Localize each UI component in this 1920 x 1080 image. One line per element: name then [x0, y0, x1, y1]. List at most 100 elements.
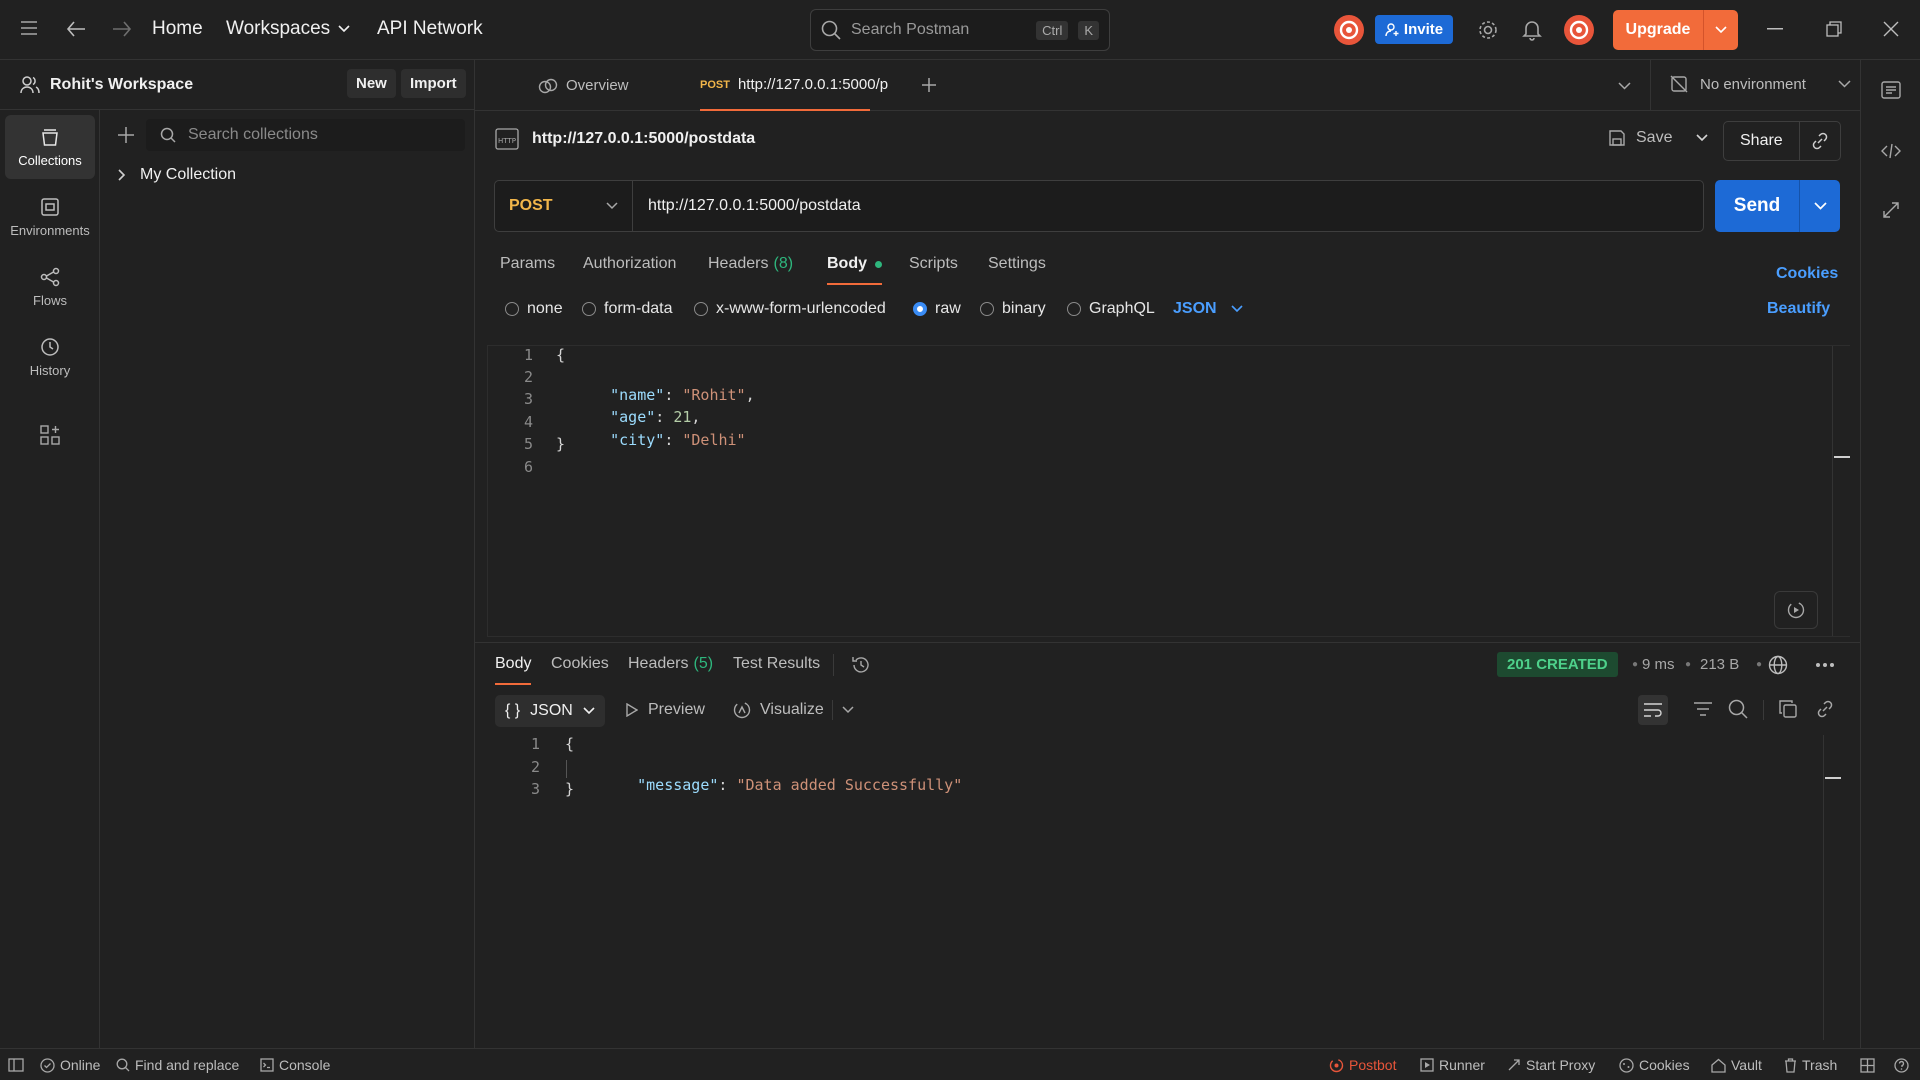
- new-tab-plus-icon[interactable]: [921, 77, 937, 93]
- related-arrows-icon[interactable]: [1882, 201, 1900, 219]
- radio-binary[interactable]: [980, 302, 994, 316]
- add-collection-icon[interactable]: [117, 126, 135, 144]
- body-type-form-data[interactable]: form-data: [582, 300, 672, 318]
- send-button[interactable]: Send: [1715, 195, 1799, 217]
- tab-scripts[interactable]: Scripts: [909, 255, 958, 273]
- save-button[interactable]: Save: [1608, 129, 1709, 147]
- settings-gear-icon[interactable]: [1477, 19, 1499, 41]
- link-icon[interactable]: [1816, 700, 1834, 718]
- menu-icon[interactable]: [20, 20, 38, 36]
- tab-overview[interactable]: Overview: [538, 60, 629, 111]
- cookies-link[interactable]: Cookies: [1776, 265, 1838, 283]
- trash-button[interactable]: Trash: [1784, 1049, 1837, 1080]
- minimize-icon[interactable]: [1767, 28, 1783, 30]
- online-status[interactable]: Online: [40, 1049, 100, 1080]
- tab-body[interactable]: Body: [827, 255, 882, 285]
- vault-button[interactable]: Vault: [1711, 1049, 1762, 1080]
- send-options-chevron-icon[interactable]: [1800, 202, 1840, 210]
- find-replace[interactable]: Find and replace: [116, 1049, 239, 1080]
- global-search[interactable]: Search Postman Ctrl K: [810, 9, 1110, 51]
- nav-api-network[interactable]: API Network: [377, 18, 483, 40]
- beautify-link[interactable]: Beautify: [1767, 300, 1830, 318]
- body-type-none[interactable]: none: [505, 300, 563, 318]
- response-time[interactable]: 9 ms: [1642, 656, 1675, 673]
- team-avatar[interactable]: [1334, 15, 1364, 45]
- documentation-icon[interactable]: [1881, 81, 1901, 99]
- tab-params[interactable]: Params: [500, 255, 555, 273]
- copy-icon[interactable]: [1779, 700, 1797, 718]
- filter-icon[interactable]: [1693, 701, 1713, 717]
- radio-urlencoded[interactable]: [694, 302, 708, 316]
- postbot-button[interactable]: Postbot: [1329, 1049, 1396, 1080]
- toggle-sidebar-icon[interactable]: [8, 1049, 24, 1080]
- start-proxy-button[interactable]: Start Proxy: [1507, 1049, 1595, 1080]
- share-button[interactable]: Share: [1724, 132, 1799, 150]
- method-select[interactable]: POST: [495, 181, 633, 231]
- chevron-down-icon[interactable]: [1704, 26, 1738, 34]
- layout-icon[interactable]: [1860, 1049, 1875, 1080]
- collection-item[interactable]: My Collection: [118, 166, 236, 184]
- upgrade-button[interactable]: Upgrade: [1613, 10, 1738, 50]
- code-icon[interactable]: [1881, 143, 1901, 159]
- restore-icon[interactable]: [1826, 21, 1842, 37]
- invite-button[interactable]: Invite: [1375, 15, 1453, 44]
- body-type-graphql[interactable]: GraphQL: [1067, 300, 1155, 318]
- configure-sidebar-icon[interactable]: [40, 425, 60, 445]
- url-input[interactable]: http://127.0.0.1:5000/postdata: [633, 197, 1703, 215]
- close-window-icon[interactable]: [1883, 21, 1899, 37]
- visualize-button[interactable]: Visualize: [732, 701, 824, 719]
- body-type-binary[interactable]: binary: [980, 300, 1046, 318]
- more-options-icon[interactable]: [1815, 662, 1835, 668]
- runner-button[interactable]: Runner: [1420, 1049, 1485, 1080]
- response-tab-body[interactable]: Body: [495, 655, 532, 685]
- help-icon[interactable]: [1894, 1049, 1909, 1080]
- rail-item-flows[interactable]: Flows: [5, 255, 95, 319]
- collection-search-input[interactable]: Search collections: [146, 119, 465, 151]
- tab-authorization[interactable]: Authorization: [583, 255, 676, 273]
- chevron-down-icon[interactable]: [842, 706, 854, 714]
- nav-workspaces[interactable]: Workspaces: [226, 18, 350, 40]
- rail-item-collections[interactable]: Collections: [5, 115, 95, 179]
- environment-selector[interactable]: No environment: [1670, 75, 1851, 93]
- body-type-raw[interactable]: raw: [913, 300, 961, 318]
- body-format-select[interactable]: JSON: [1173, 300, 1243, 318]
- preview-button[interactable]: Preview: [626, 701, 705, 719]
- tab-settings[interactable]: Settings: [988, 255, 1046, 273]
- back-arrow-icon[interactable]: [66, 20, 86, 38]
- workspace-name[interactable]: Rohit's Workspace: [50, 76, 193, 94]
- ai-assist-icon[interactable]: [1774, 591, 1818, 629]
- tab-active-request[interactable]: POST http://127.0.0.1:5000/p: [700, 60, 888, 111]
- radio-raw[interactable]: [913, 302, 927, 316]
- tabs-overflow-chevron-icon[interactable]: [1618, 82, 1631, 90]
- nav-home[interactable]: Home: [152, 18, 203, 40]
- response-size[interactable]: 213 B: [1700, 656, 1739, 673]
- radio-none[interactable]: [505, 302, 519, 316]
- notifications-bell-icon[interactable]: [1522, 19, 1542, 41]
- rail-item-environments[interactable]: Environments: [5, 185, 95, 249]
- radio-graphql[interactable]: [1067, 302, 1081, 316]
- response-divider[interactable]: [475, 642, 1860, 643]
- globe-icon[interactable]: [1768, 655, 1788, 675]
- new-button[interactable]: New: [347, 69, 396, 98]
- response-tab-headers[interactable]: Headers (5): [628, 655, 713, 673]
- copy-link-icon[interactable]: [1800, 132, 1840, 150]
- response-history-icon[interactable]: [851, 655, 871, 675]
- status-badge[interactable]: 201 CREATED: [1497, 652, 1618, 677]
- chevron-down-icon[interactable]: [1696, 134, 1709, 142]
- body-type-urlencoded[interactable]: x-www-form-urlencoded: [694, 300, 886, 318]
- search-icon[interactable]: [1728, 699, 1748, 719]
- forward-arrow-icon[interactable]: [112, 20, 132, 38]
- user-avatar[interactable]: [1564, 15, 1594, 45]
- wrap-lines-icon[interactable]: [1638, 695, 1668, 725]
- cookies-button[interactable]: Cookies: [1619, 1049, 1690, 1080]
- chevron-right-icon[interactable]: [118, 169, 126, 181]
- tab-headers[interactable]: Headers (8): [708, 255, 793, 273]
- console-button[interactable]: Console: [260, 1049, 330, 1080]
- request-title[interactable]: http://127.0.0.1:5000/postdata: [532, 130, 755, 148]
- rail-item-history[interactable]: History: [5, 325, 95, 389]
- import-button[interactable]: Import: [401, 69, 466, 98]
- response-tab-cookies[interactable]: Cookies: [551, 655, 609, 673]
- radio-form-data[interactable]: [582, 302, 596, 316]
- response-tab-test-results[interactable]: Test Results: [733, 655, 820, 673]
- response-format-select[interactable]: { } JSON: [495, 695, 605, 727]
